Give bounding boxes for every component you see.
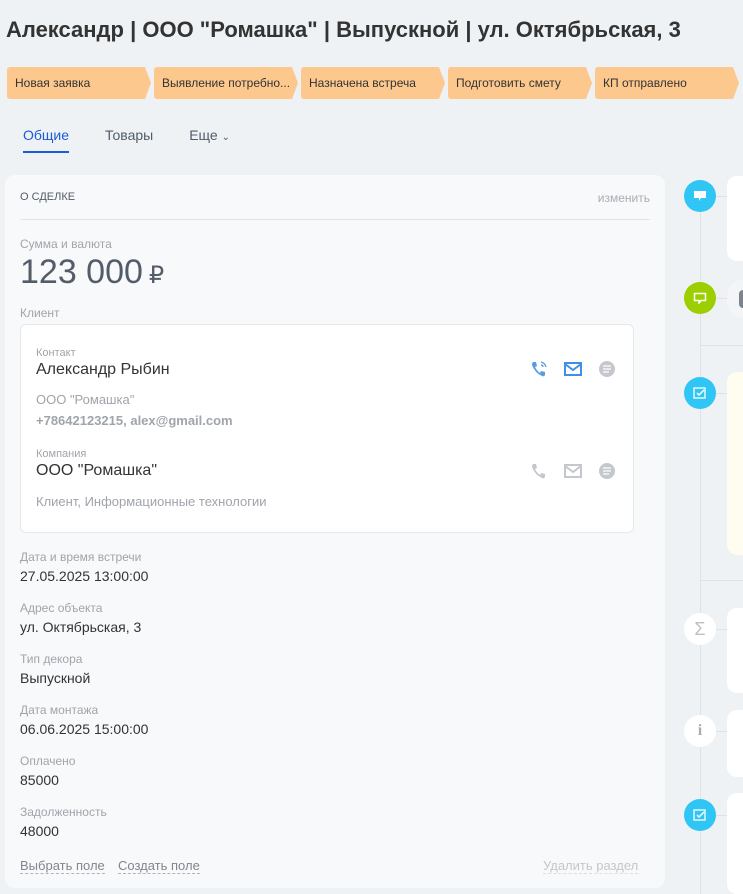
divider xyxy=(700,580,743,581)
chevron-down-icon: ⌄ xyxy=(221,132,230,143)
create-field-link[interactable]: Создать поле xyxy=(118,858,200,874)
company-label: Компания xyxy=(36,448,87,460)
field-value: 48000 xyxy=(20,823,59,839)
field-value: ул. Октябрьская, 3 xyxy=(20,619,142,635)
stage-estimate[interactable]: Подготовить смету xyxy=(448,67,592,99)
task-icon xyxy=(684,377,716,409)
currency: ₽ xyxy=(148,262,165,289)
field-label: Оплачено xyxy=(20,754,76,768)
connector xyxy=(716,731,727,732)
page-title: Александр | ООО "Ромашка" | Выпускной | … xyxy=(6,17,681,42)
section-title: О СДЕЛКЕ xyxy=(20,191,76,203)
field-value: 85000 xyxy=(20,772,59,788)
contact-name[interactable]: Александр Рыбин xyxy=(36,361,170,379)
field-label: Адрес объекта xyxy=(20,601,103,615)
tab-products[interactable]: Товары xyxy=(105,127,153,153)
timeline-card[interactable] xyxy=(727,176,743,261)
field-value: Выпускной xyxy=(20,670,91,686)
timeline-card[interactable] xyxy=(727,280,743,318)
field-value: 06.06.2025 15:00:00 xyxy=(20,721,149,737)
deal-card: О СДЕЛКЕ изменить Сумма и валюта 123 000… xyxy=(5,175,665,888)
client-label: Клиент xyxy=(20,306,60,320)
divider xyxy=(700,345,743,346)
company-name[interactable]: ООО "Ромашка" xyxy=(36,462,157,480)
sum-icon: Σ xyxy=(684,613,716,645)
delete-section-link[interactable]: Удалить раздел xyxy=(543,858,639,874)
chat-icon[interactable] xyxy=(597,360,617,378)
contact-label: Контакт xyxy=(36,347,76,359)
field-label: Дата монтажа xyxy=(20,703,99,717)
connector xyxy=(716,629,727,630)
avatar xyxy=(739,290,743,308)
amount: 123 000 xyxy=(20,253,143,291)
email-icon[interactable] xyxy=(563,462,583,480)
amount-label: Сумма и валюта xyxy=(20,237,112,251)
stage-new[interactable]: Новая заявка xyxy=(7,67,151,99)
phone-icon[interactable] xyxy=(529,360,549,378)
contact-details: +78642123215, alex@gmail.com xyxy=(36,413,233,428)
company-details: Клиент, Информационные технологии xyxy=(36,494,267,509)
field-label: Дата и время встречи xyxy=(20,550,142,564)
contact-company: ООО "Ромашка" xyxy=(36,392,135,407)
comment-icon xyxy=(684,180,716,212)
tab-general[interactable]: Общие xyxy=(23,127,70,153)
select-field-link[interactable]: Выбрать поле xyxy=(20,858,105,874)
task-icon xyxy=(684,799,716,831)
connector xyxy=(716,393,727,394)
client-block: Контакт Александр Рыбин ООО "Ромашка" +7… xyxy=(20,324,634,533)
tab-more[interactable]: Еще ⌄ xyxy=(189,127,230,153)
field-value: 27.05.2025 13:00:00 xyxy=(20,568,149,584)
timeline-card[interactable] xyxy=(727,608,743,693)
timeline-card[interactable] xyxy=(727,372,743,555)
edit-link[interactable]: изменить xyxy=(598,191,650,205)
field-label: Тип декора xyxy=(20,652,83,666)
timeline-card[interactable] xyxy=(727,710,743,777)
stage-offer-sent[interactable]: КП отправлено xyxy=(595,67,739,99)
timeline-card[interactable] xyxy=(727,793,743,894)
connector xyxy=(716,298,727,299)
tabs: Общие Товары Еще ⌄ xyxy=(23,127,230,153)
stage-needs[interactable]: Выявление потребно... xyxy=(154,67,298,99)
amount-value: 123 000 ₽ xyxy=(20,253,164,292)
stage-bar: Новая заявка Выявление потребно... Назна… xyxy=(7,67,743,99)
info-icon: i xyxy=(684,715,716,747)
stage-meeting[interactable]: Назначена встреча xyxy=(301,67,445,99)
chat-icon[interactable] xyxy=(597,462,617,480)
phone-icon[interactable] xyxy=(529,462,549,480)
connector xyxy=(716,815,727,816)
connector xyxy=(716,196,727,197)
tab-more-label: Еще xyxy=(189,127,218,143)
field-label: Задолженность xyxy=(20,805,107,819)
chat-bubble-icon xyxy=(684,282,716,314)
card-header: О СДЕЛКЕ изменить xyxy=(20,191,650,220)
email-icon[interactable] xyxy=(563,360,583,378)
